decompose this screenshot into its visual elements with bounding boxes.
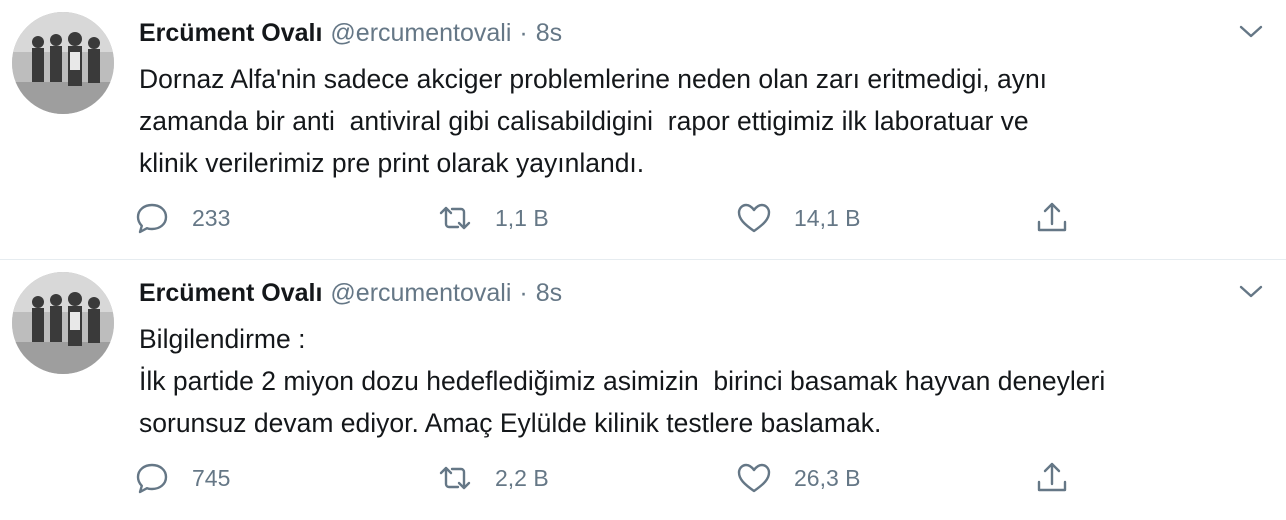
retweet-button[interactable]: 1,1 B xyxy=(437,196,549,240)
separator: · xyxy=(519,279,528,307)
like-count: 14,1 B xyxy=(794,204,861,231)
speech-bubble-icon xyxy=(136,463,168,494)
speech-bubble-icon xyxy=(136,203,168,234)
author-name[interactable]: Ercüment Ovalı xyxy=(139,19,322,47)
retweet-arrows-icon xyxy=(439,466,471,490)
heart-icon xyxy=(737,203,771,233)
tweet-text: Bilgilendirme : İlk partide 2 miyon dozu… xyxy=(139,324,1106,438)
reply-count: 233 xyxy=(192,204,231,231)
share-upload-icon xyxy=(1037,462,1067,492)
timestamp[interactable]: 8s xyxy=(536,279,562,307)
author-handle[interactable]: @ercumentovali xyxy=(330,279,511,307)
retweet-arrows-icon xyxy=(439,206,471,230)
retweet-button[interactable]: 2,2 B xyxy=(437,456,549,500)
share-button[interactable] xyxy=(1034,196,1070,240)
tweet[interactable]: Ercüment Ovalı @ercumentovali · 8s Dornaz A… xyxy=(0,0,1286,259)
tweet-header: Ercüment Ovalı @ercumentovali · 8s xyxy=(139,16,562,50)
author-handle[interactable]: @ercumentovali xyxy=(330,19,511,47)
tweet-actions: 745 2,2 B 26,3 B xyxy=(0,456,1286,500)
separator: · xyxy=(519,19,528,47)
chevron-down-icon[interactable] xyxy=(1238,282,1264,302)
tweet-actions: 233 1,1 B 14,1 B xyxy=(0,196,1286,240)
author-name[interactable]: Ercüment Ovalı xyxy=(139,279,322,307)
chevron-down-icon[interactable] xyxy=(1238,22,1264,42)
reply-button[interactable]: 233 xyxy=(134,196,230,240)
avatar[interactable] xyxy=(12,12,114,114)
tweet[interactable]: Ercüment Ovalı @ercumentovali · 8s Bilgilen… xyxy=(0,259,1286,518)
retweet-count: 2,2 B xyxy=(495,464,549,491)
tweet-text: Dornaz Alfa'nin sadece akciger problemle… xyxy=(139,64,1048,178)
reply-button[interactable]: 745 xyxy=(134,456,230,500)
share-button[interactable] xyxy=(1034,456,1070,500)
tweet-header: Ercüment Ovalı @ercumentovali · 8s xyxy=(139,276,562,310)
avatar[interactable] xyxy=(12,272,114,374)
like-button[interactable]: 14,1 B xyxy=(736,196,861,240)
timestamp[interactable]: 8s xyxy=(536,19,562,47)
retweet-count: 1,1 B xyxy=(495,204,549,231)
heart-icon xyxy=(737,463,771,493)
share-upload-icon xyxy=(1037,202,1067,232)
reply-count: 745 xyxy=(192,464,231,491)
like-count: 26,3 B xyxy=(794,464,861,491)
like-button[interactable]: 26,3 B xyxy=(736,456,861,500)
